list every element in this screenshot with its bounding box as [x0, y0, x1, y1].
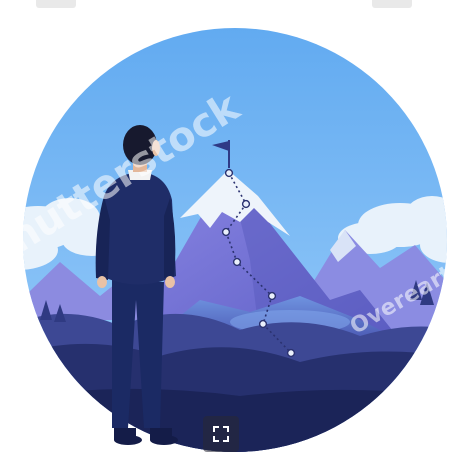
- hand-left: [97, 276, 107, 288]
- top-tab-left: [36, 0, 76, 8]
- ear: [152, 140, 160, 156]
- expand-icon: [213, 426, 229, 442]
- stock-image: shutterstock Overearth: [0, 0, 471, 471]
- top-tab-right: [372, 0, 412, 8]
- hand-right: [165, 276, 175, 288]
- scene-circle: [23, 28, 447, 452]
- head-hair: [123, 125, 157, 165]
- expand-button[interactable]: [203, 416, 239, 452]
- illustration: [23, 28, 447, 452]
